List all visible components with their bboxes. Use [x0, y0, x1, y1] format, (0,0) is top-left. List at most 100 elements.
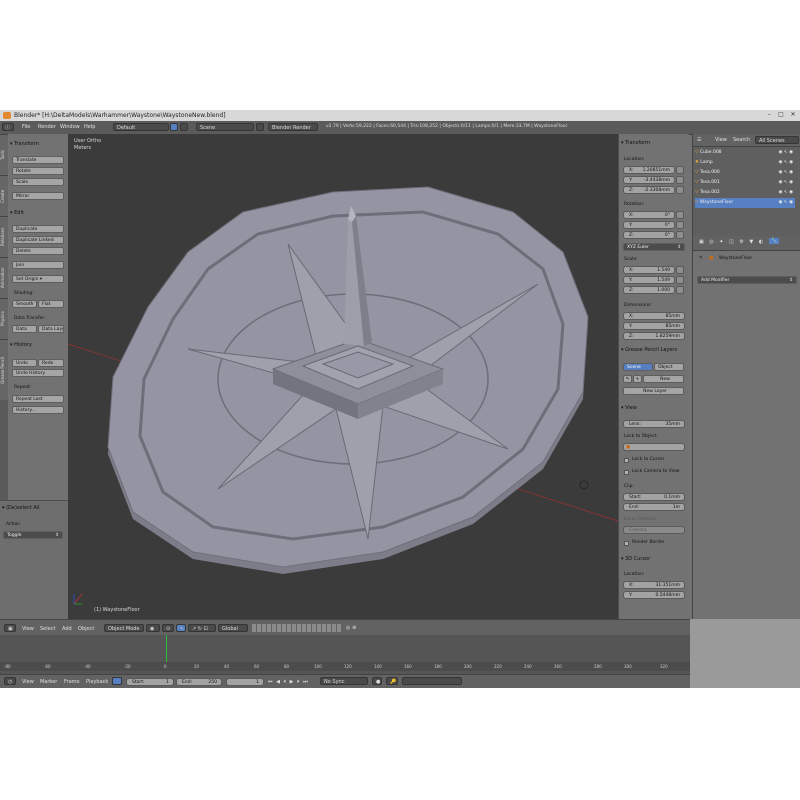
tab-tools[interactable]: Tools: [0, 134, 8, 175]
visibility-icon[interactable]: ◉ ↖ ◉: [779, 178, 793, 188]
keyframe-record-icon[interactable]: ●: [372, 677, 382, 685]
lock-to-cursor-checkbox[interactable]: [624, 458, 629, 463]
clip-end-field[interactable]: End: 1m: [623, 503, 685, 511]
outliner-item-selected[interactable]: ▽ WaystoneFloor ◉ ↖ ◉: [695, 198, 795, 208]
manipulator-types-icon[interactable]: ↗ ↻ ⊡: [188, 624, 216, 632]
render-border-checkbox[interactable]: [624, 541, 629, 546]
modifier-wrench-icon[interactable]: 🔧: [769, 238, 780, 244]
visibility-icon[interactable]: ◉ ↖ ◉: [779, 188, 793, 198]
remove-layout-button[interactable]: [180, 123, 188, 131]
add-modifier-dropdown[interactable]: Add Modifier ⇕: [697, 276, 797, 284]
lock-icon[interactable]: [676, 176, 684, 184]
view-panel-header[interactable]: ▾ View: [621, 405, 637, 411]
action-dropdown[interactable]: Toggle ⇕: [3, 531, 63, 539]
scale-button[interactable]: Scale: [12, 178, 64, 186]
keying-set-icon[interactable]: 🔑: [386, 677, 398, 685]
local-camera-field[interactable]: Camera: [623, 526, 685, 534]
data-layout-button[interactable]: Data Layo: [38, 325, 64, 333]
lens-field[interactable]: Lens: 35mm: [623, 420, 685, 428]
3d-viewport[interactable]: User Ortho Meters (1) WaystoneFloor: [68, 134, 618, 619]
menu-help[interactable]: Help: [84, 124, 95, 130]
lock-icon[interactable]: [676, 276, 684, 284]
lock-camera-checkbox[interactable]: [624, 470, 629, 475]
select-menu[interactable]: Select: [40, 626, 55, 632]
add-layout-button[interactable]: [170, 123, 178, 131]
preview-range-icon[interactable]: [112, 677, 122, 685]
outliner-item[interactable]: ▽ Cube.008 ◉ ↖ ◉: [695, 148, 795, 158]
history-panel-header[interactable]: ▾ History: [10, 342, 32, 348]
rotation-mode-dropdown[interactable]: XYZ Euler ⇕: [623, 243, 685, 251]
keying-set-select[interactable]: [402, 677, 462, 685]
pivot-point-icon[interactable]: ⊙: [162, 624, 174, 632]
layer-buttons[interactable]: [252, 624, 342, 632]
smooth-button[interactable]: Smooth: [12, 300, 37, 308]
manipulator-toggle-icon[interactable]: ↖: [176, 624, 186, 632]
outliner-item[interactable]: ✹ Lamp ◉ ↖ ◉: [695, 158, 795, 168]
3d-view-editor-icon[interactable]: ▣: [4, 624, 16, 632]
lock-icon[interactable]: [676, 266, 684, 274]
lock-icon[interactable]: [676, 166, 684, 174]
translate-button[interactable]: Translate: [12, 156, 64, 164]
tab-create[interactable]: Create: [0, 175, 8, 216]
properties-context-icons[interactable]: ▣ ◎ ✦ ◫ ⚙ ▼ ◐: [699, 239, 765, 245]
tab-physics[interactable]: Physics: [0, 298, 8, 339]
menu-render[interactable]: Render: [38, 124, 56, 130]
menu-file[interactable]: File: [22, 124, 30, 130]
add-scene-button[interactable]: [256, 123, 264, 131]
outliner-item[interactable]: ▽ Tesa.000 ◉ ↖ ◉: [695, 168, 795, 178]
lock-object-field[interactable]: ■: [623, 443, 685, 451]
maximize-icon[interactable]: □: [776, 111, 786, 119]
render-engine-select[interactable]: Blender Render: [268, 123, 318, 131]
object-menu[interactable]: Object: [78, 626, 94, 632]
visibility-icon[interactable]: ◉ ↖ ◉: [779, 198, 793, 208]
cursor-y-field[interactable]: Y: 0.5448mm: [623, 591, 685, 599]
timeline-editor[interactable]: -80 -60 -40 -20 0 20 40 60 80 100 120 14…: [0, 635, 690, 677]
end-frame-field[interactable]: End: 250: [176, 678, 222, 686]
visibility-icon[interactable]: ◉ ↖ ◉: [779, 168, 793, 178]
flat-button[interactable]: Flat: [38, 300, 64, 308]
duplicate-button[interactable]: Duplicate: [12, 225, 64, 233]
tab-animation[interactable]: Animation: [0, 257, 8, 298]
shading-mode-icon[interactable]: ◉: [146, 624, 160, 632]
new-pencil-button[interactable]: New: [643, 375, 684, 383]
outliner-menu-search[interactable]: Search: [733, 137, 750, 143]
pencil-icon[interactable]: ✎: [623, 375, 632, 383]
outliner-menu-view[interactable]: View: [715, 137, 727, 143]
lock-icon[interactable]: [676, 286, 684, 294]
scale-z-field[interactable]: Z: 1.000: [623, 286, 675, 294]
outliner-display-select[interactable]: All Scenes: [755, 136, 799, 144]
timeline-editor-icon[interactable]: ◷: [4, 677, 16, 685]
view-menu[interactable]: View: [22, 626, 34, 632]
timeline-playback-menu[interactable]: Playback: [86, 679, 108, 685]
join-button[interactable]: Join: [12, 261, 64, 269]
3d-cursor-header[interactable]: ▾ 3D Cursor: [621, 556, 650, 562]
redo-button[interactable]: Redo: [38, 359, 64, 367]
timeline-frame-menu[interactable]: Frame: [64, 679, 80, 685]
delete-button[interactable]: Delete: [12, 247, 64, 255]
dimension-y-field[interactable]: Y: 85mm: [623, 322, 685, 330]
scale-y-field[interactable]: Y: 1.549: [623, 276, 675, 284]
set-origin-dropdown[interactable]: Set Origin ▾: [12, 275, 64, 283]
scene-tab-button[interactable]: Scene: [623, 363, 653, 371]
lock-icon[interactable]: [676, 186, 684, 194]
location-y-field[interactable]: Y: -3.4438mm: [623, 176, 675, 184]
lock-icon[interactable]: [676, 211, 684, 219]
menu-window[interactable]: Window: [60, 124, 80, 130]
editor-type-icon[interactable]: ⓘ: [2, 123, 14, 131]
tab-relations[interactable]: Relations: [0, 216, 8, 257]
transform-panel-header[interactable]: ▾ Transform: [10, 141, 39, 147]
start-frame-field[interactable]: Start: 1: [126, 678, 174, 686]
location-x-field[interactable]: X: 1.20851mm: [623, 166, 675, 174]
dimension-z-field[interactable]: Z: 1.8259mm: [623, 332, 685, 340]
undo-history-button[interactable]: Undo History: [12, 369, 64, 377]
outliner-item[interactable]: ▽ Tesa.002 ◉ ↖ ◉: [695, 188, 795, 198]
history-button[interactable]: History...: [12, 406, 64, 414]
undo-button[interactable]: Undo: [12, 359, 37, 367]
outliner-item[interactable]: ▽ Tesa.001 ◉ ↖ ◉: [695, 178, 795, 188]
close-icon[interactable]: ✕: [788, 111, 798, 119]
playback-controls-icon[interactable]: ⏮ ◀ ⏴ ▶ ⏵ ⏭: [268, 679, 309, 685]
repeat-last-button[interactable]: Repeat Last: [12, 395, 64, 403]
layout-select[interactable]: Default: [113, 123, 169, 131]
minimize-icon[interactable]: –: [764, 111, 774, 119]
timeline-view-menu[interactable]: View: [22, 679, 34, 685]
